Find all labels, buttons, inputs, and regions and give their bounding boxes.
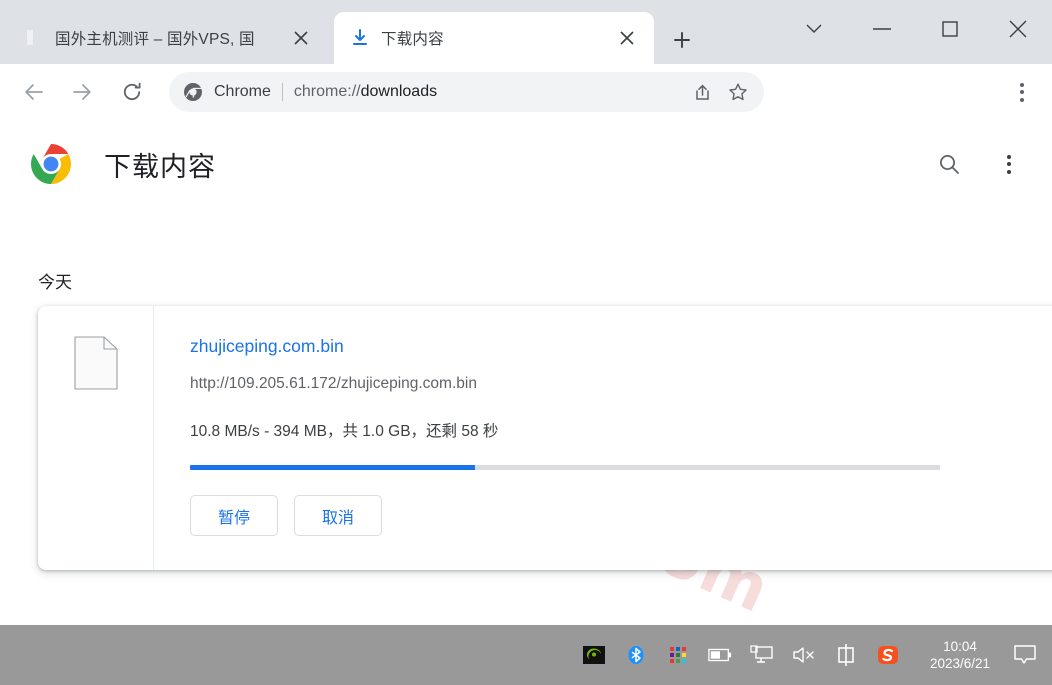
downloads-more-menu-button[interactable] xyxy=(992,147,1026,181)
ime-chinese-icon[interactable] xyxy=(834,643,858,667)
maximize-icon[interactable] xyxy=(916,0,984,58)
color-grid-icon[interactable] xyxy=(666,643,690,667)
download-arrow-icon xyxy=(350,28,370,48)
browser-menu-button[interactable] xyxy=(1004,74,1040,110)
download-progress-bar xyxy=(190,465,940,470)
clock-date: 2023/6/21 xyxy=(929,656,990,671)
window-controls xyxy=(780,0,1052,58)
tab-downloads[interactable]: 下载内容 xyxy=(334,12,654,64)
battery-icon[interactable] xyxy=(708,643,732,667)
download-action-buttons: 暂停 取消 xyxy=(190,495,1052,536)
download-details: zhujiceping.com.bin http://109.205.61.17… xyxy=(154,306,1052,570)
omnibox-actions xyxy=(686,76,754,108)
downloads-header: 下载内容 xyxy=(0,120,1052,208)
bluetooth-icon[interactable] xyxy=(624,643,648,667)
back-button[interactable] xyxy=(15,73,53,111)
nvidia-icon[interactable] xyxy=(582,643,606,667)
tab-background-site[interactable]: 国外主机测评 – 国外VPS, 国 xyxy=(8,12,328,64)
search-icon[interactable] xyxy=(932,147,966,181)
tab-close-button[interactable] xyxy=(614,25,640,51)
sogou-icon[interactable] xyxy=(876,643,900,667)
download-item-card: zhujiceping.com.bin http://109.205.61.17… xyxy=(38,306,1052,570)
omnibox-separator xyxy=(281,83,283,101)
network-monitor-icon[interactable] xyxy=(750,643,774,667)
tab-strip: 国外主机测评 – 国外VPS, 国 下载内容 xyxy=(0,0,1052,64)
browser-toolbar: Chrome chrome://downloads xyxy=(0,64,1052,120)
reload-button[interactable] xyxy=(113,73,151,111)
taskbar-clock[interactable]: 10:04 2023/6/21 xyxy=(930,638,990,672)
chrome-logo-icon xyxy=(183,82,203,102)
star-icon[interactable] xyxy=(722,76,754,108)
tab-search-chevron-icon[interactable] xyxy=(780,0,848,58)
cancel-button[interactable]: 取消 xyxy=(294,495,382,536)
omnibox-url: chrome://downloads xyxy=(294,83,437,101)
minimize-icon[interactable] xyxy=(848,0,916,58)
download-progress-fill xyxy=(190,465,475,470)
share-icon[interactable] xyxy=(686,76,718,108)
three-dot-menu-icon xyxy=(1020,82,1024,102)
page-title: 下载内容 xyxy=(104,151,216,182)
generic-file-icon xyxy=(73,336,118,390)
chrome-logo-icon xyxy=(30,143,72,185)
pause-button[interactable]: 暂停 xyxy=(190,495,278,536)
new-tab-button[interactable] xyxy=(664,22,700,58)
close-icon[interactable] xyxy=(984,0,1052,58)
url-prefix: chrome:// xyxy=(293,83,361,100)
browser-window: 国外主机测评 – 国外VPS, 国 下载内容 Chrome chrome://d… xyxy=(0,0,1052,685)
three-dot-menu-icon xyxy=(1007,154,1011,174)
tab-title: 下载内容 xyxy=(381,31,444,48)
download-source-url: http://109.205.61.172/zhujiceping.com.bi… xyxy=(190,375,477,392)
download-file-name-link[interactable]: zhujiceping.com.bin xyxy=(190,336,344,357)
tab-title: 国外主机测评 – 国外VPS, 国 xyxy=(55,31,255,48)
omnibox-scheme-label: Chrome xyxy=(214,83,271,100)
speaker-muted-icon[interactable] xyxy=(792,643,816,667)
clock-time: 10:04 xyxy=(943,639,977,654)
forward-button[interactable] xyxy=(63,73,101,111)
file-icon-cell xyxy=(38,306,154,570)
downloads-page: zhujiceping.com 下载内容 xyxy=(0,120,1052,625)
tab-close-button[interactable] xyxy=(288,25,314,51)
notification-bubble-icon[interactable] xyxy=(1008,638,1042,672)
url-main: downloads xyxy=(360,83,438,100)
red-stamp-favicon-icon xyxy=(24,28,44,48)
windows-taskbar: 10:04 2023/6/21 xyxy=(0,625,1052,685)
header-actions xyxy=(932,147,1026,181)
address-bar[interactable]: Chrome chrome://downloads xyxy=(169,72,764,112)
system-tray xyxy=(582,643,900,667)
date-group-heading: 今天 xyxy=(38,273,72,292)
download-status-text: 10.8 MB/s - 394 MB，共 1.0 GB，还剩 58 秒 xyxy=(190,423,499,440)
